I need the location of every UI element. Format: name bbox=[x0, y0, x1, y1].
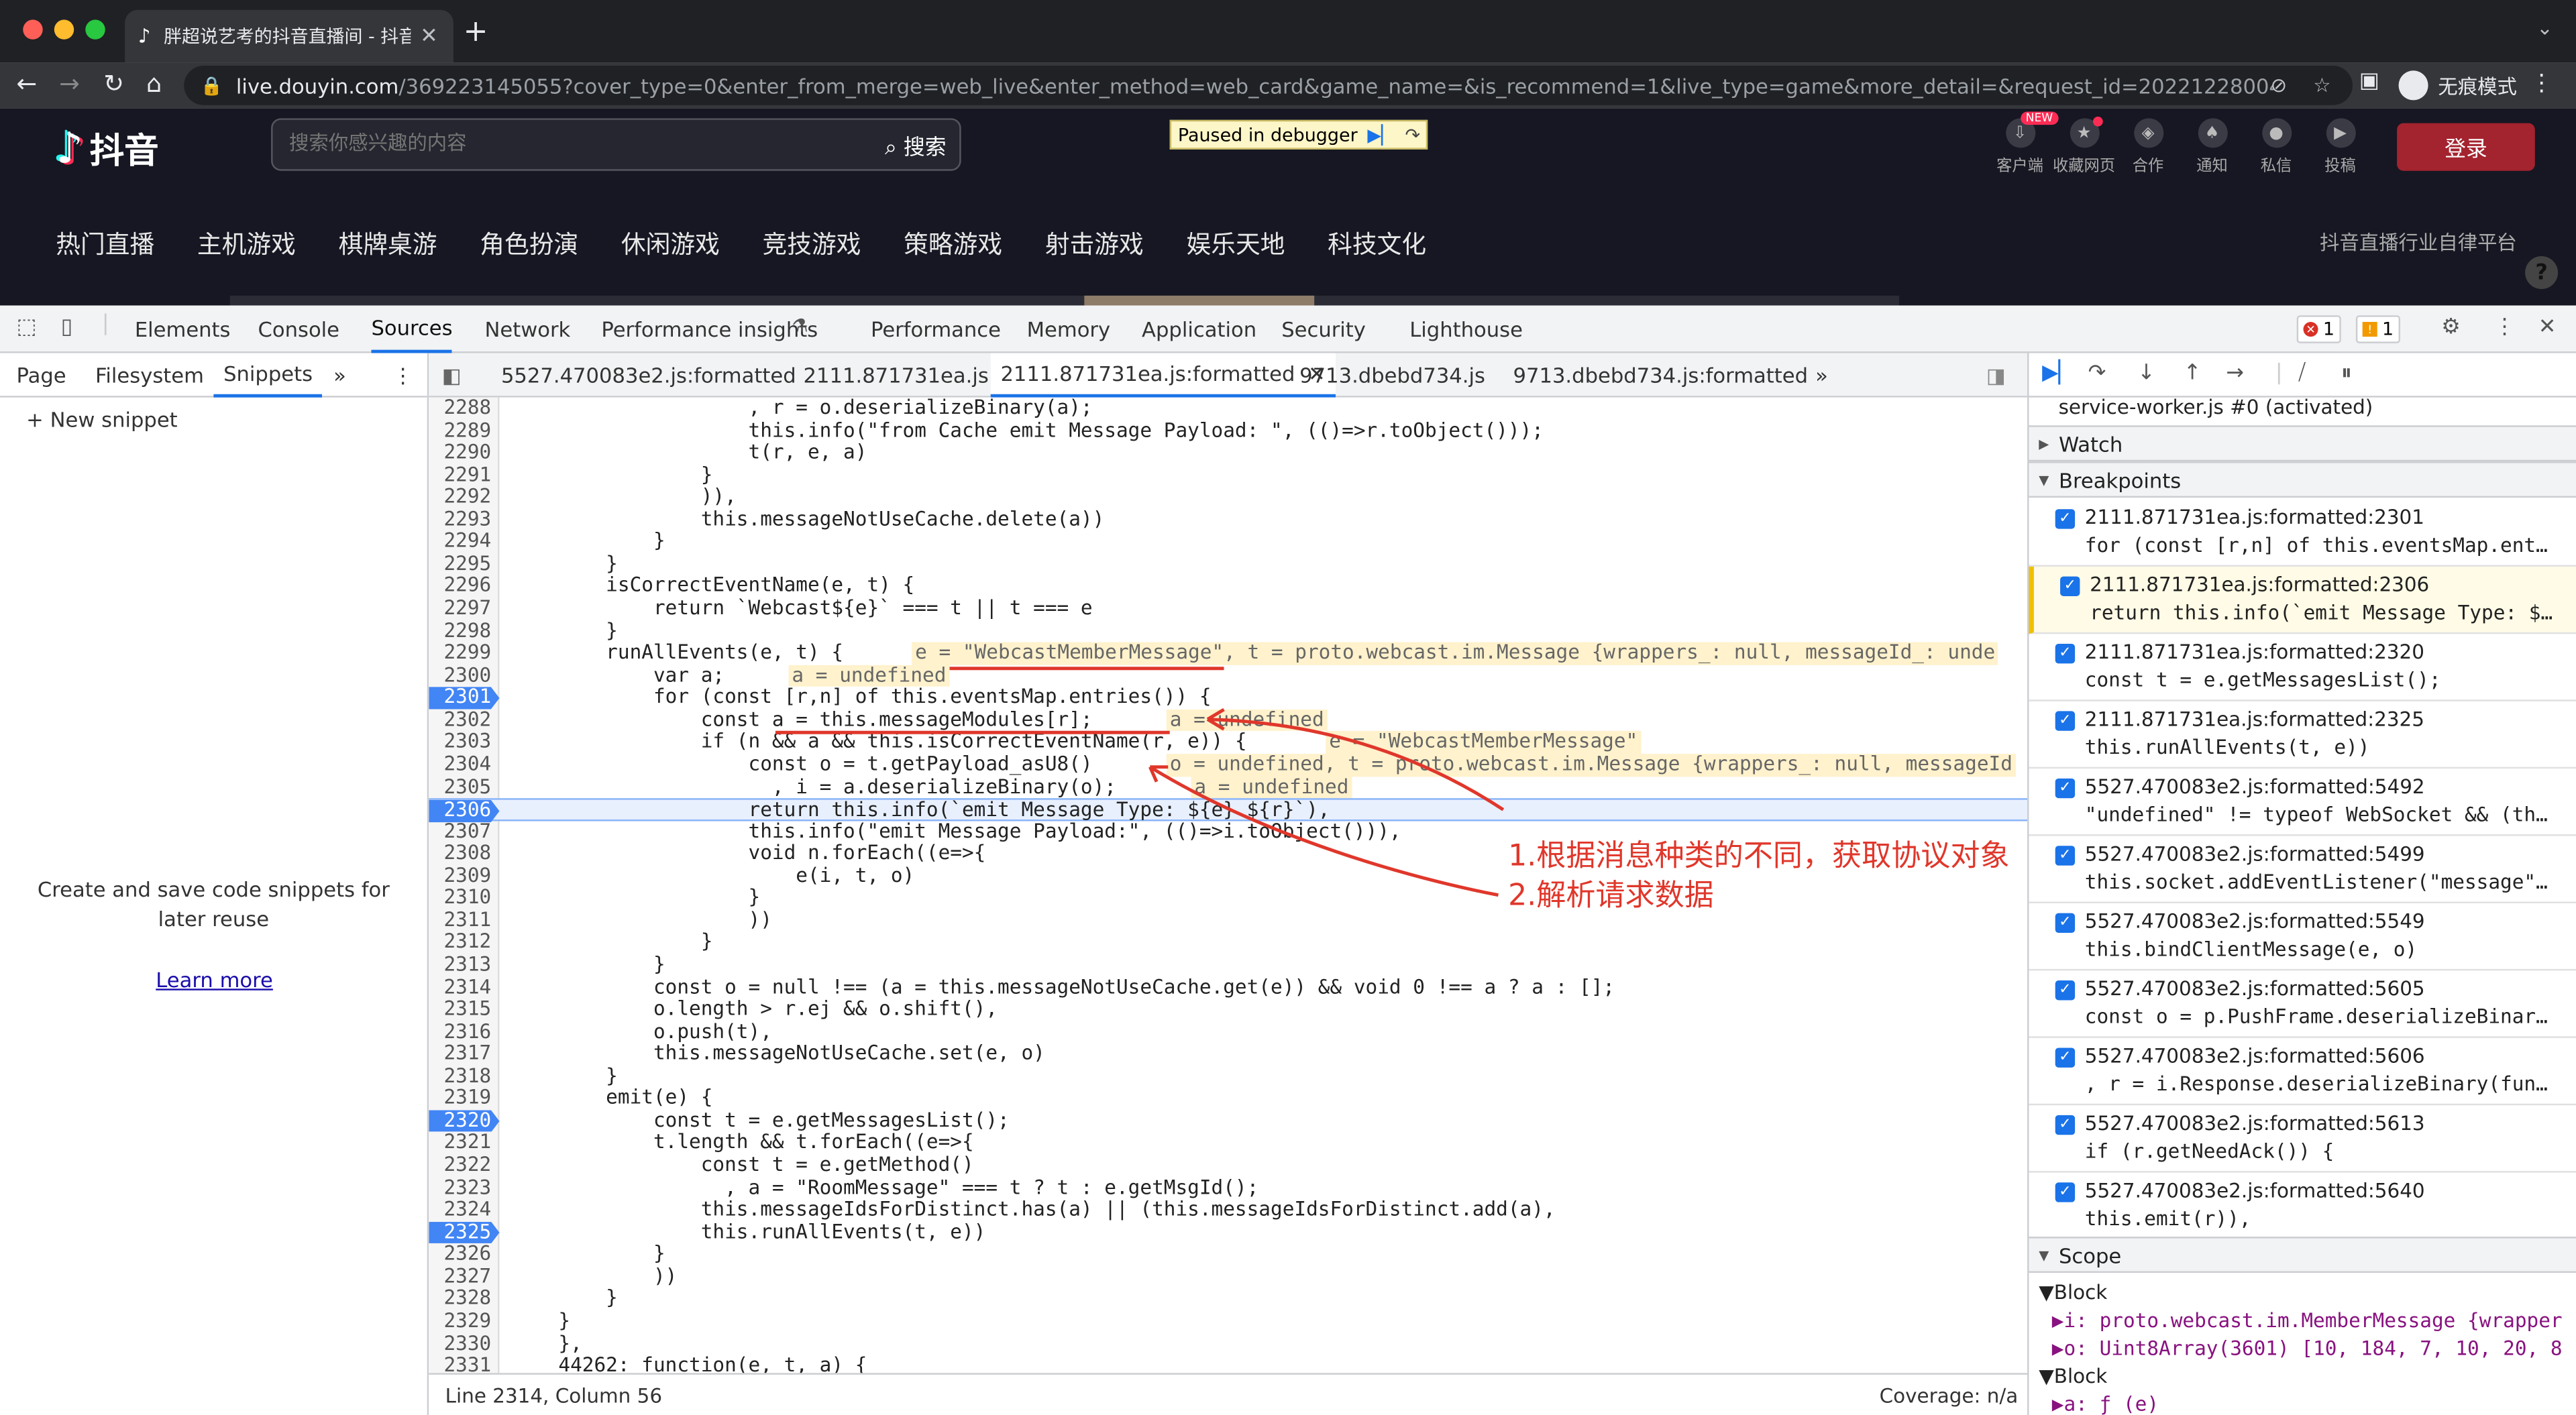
annotation-text-1: 1.根据消息种类的不同，获取协议对象 bbox=[1508, 839, 2010, 874]
annotation-text-2: 2.解析请求数据 bbox=[1508, 879, 1714, 913]
annotation-arrow bbox=[1149, 765, 1499, 897]
annotation-overlay bbox=[775, 667, 1505, 897]
annotation-arrow bbox=[1207, 718, 1505, 811]
